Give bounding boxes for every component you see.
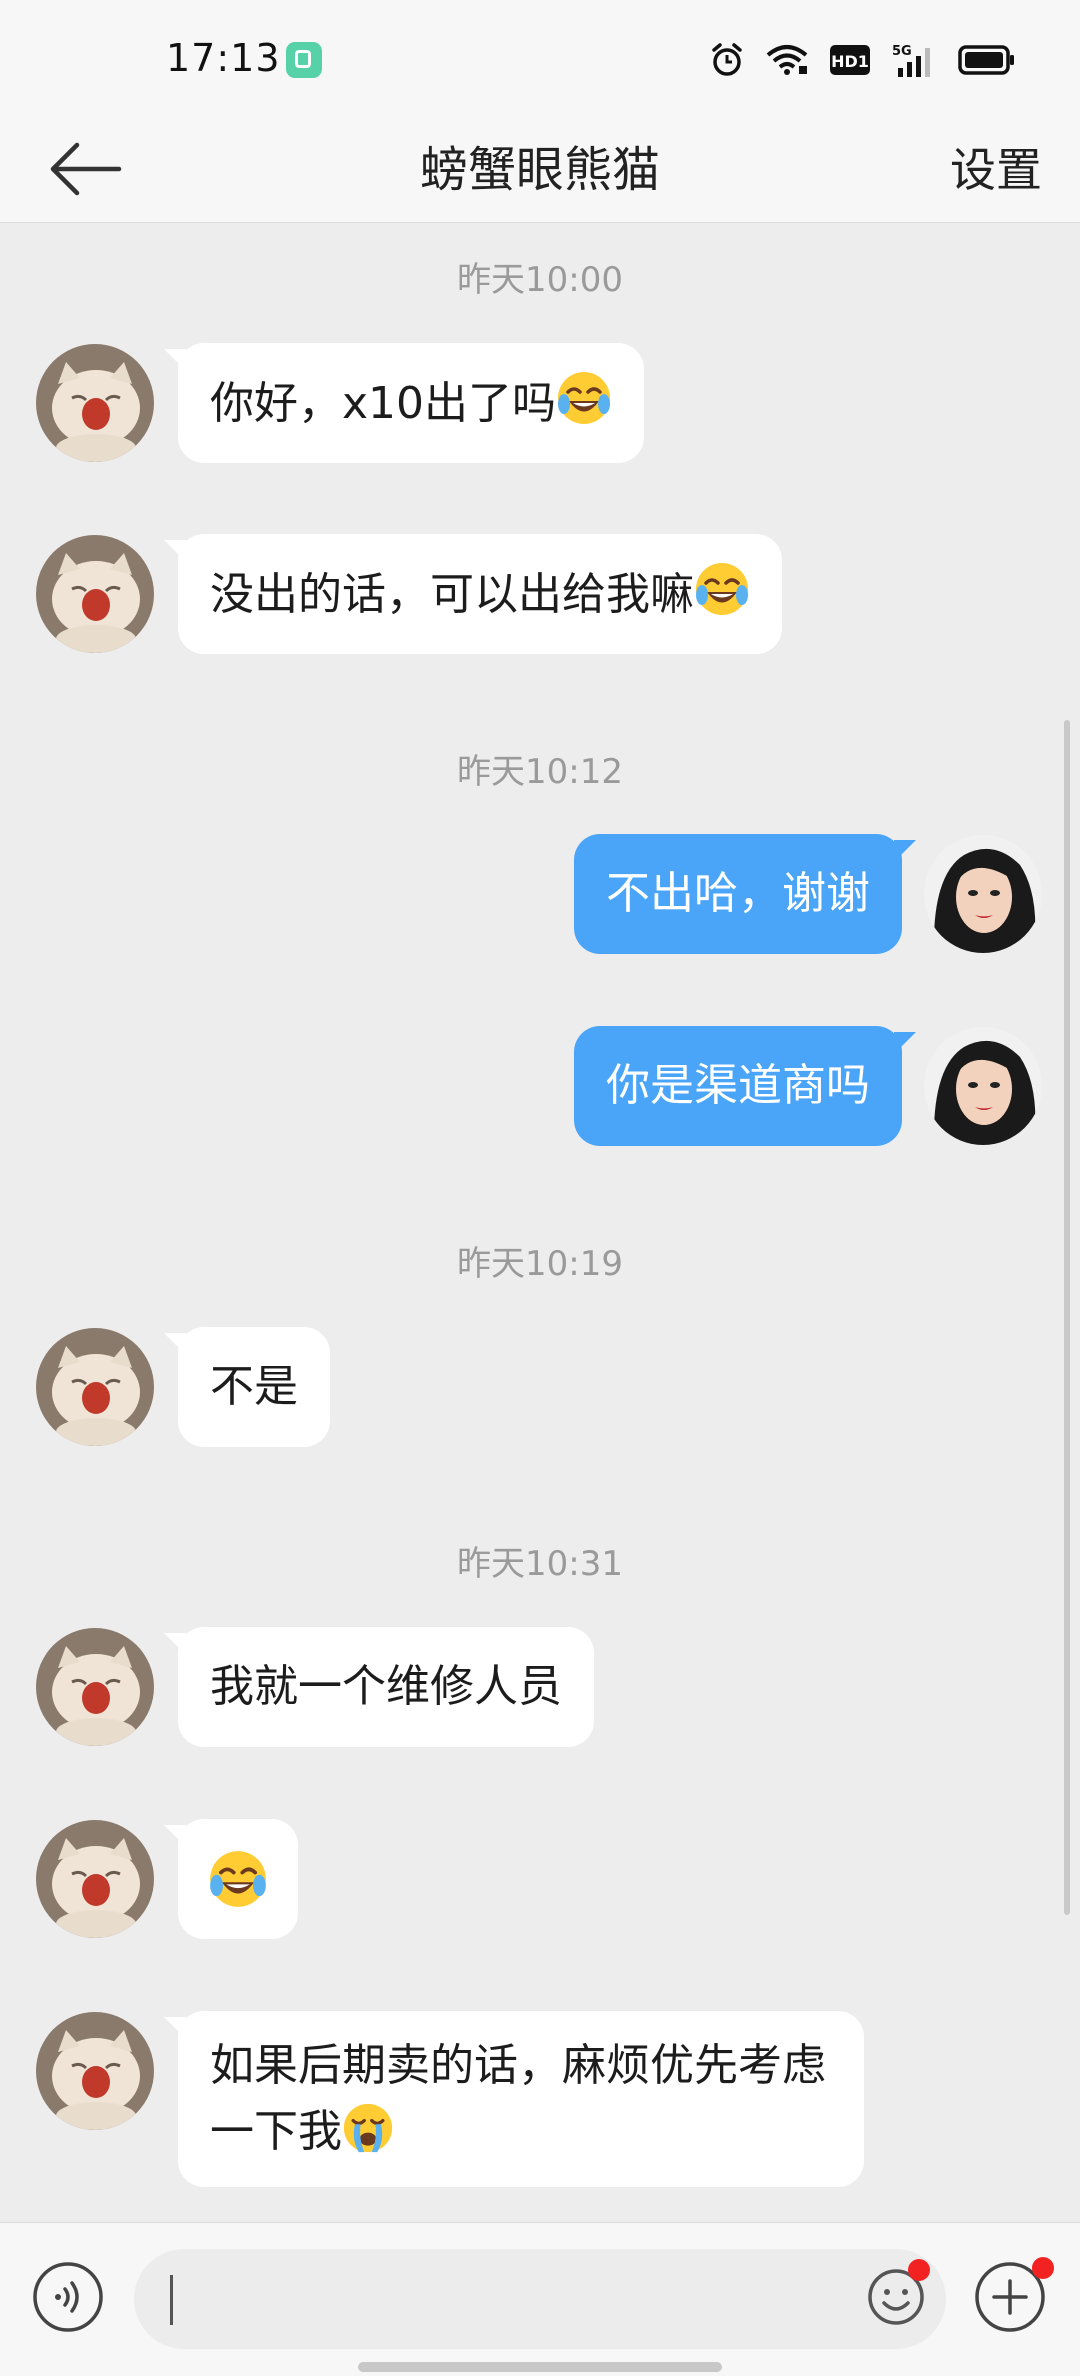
cat-avatar-image: [36, 535, 154, 653]
emoji-button[interactable]: [866, 2259, 930, 2327]
input-bar: [0, 2222, 1080, 2376]
text-cursor: [170, 2275, 173, 2325]
wifi-icon: [766, 45, 808, 75]
message-timestamp: 昨天10:12: [457, 752, 623, 792]
cat-avatar-image: [36, 344, 154, 462]
incoming-message[interactable]: 我就一个维修人员: [164, 1627, 594, 1747]
message-text: 你是渠道商吗: [606, 1060, 870, 1111]
navigation-bar: 螃蟹眼熊猫 设置: [0, 120, 1080, 223]
home-indicator[interactable]: [358, 2362, 722, 2372]
scrollbar[interactable]: [1064, 720, 1070, 1915]
contact-avatar[interactable]: [36, 1328, 154, 1446]
more-options-button[interactable]: [974, 2257, 1054, 2333]
network-label: 5G: [892, 44, 912, 59]
contact-avatar[interactable]: [36, 1820, 154, 1938]
back-button[interactable]: [40, 124, 130, 214]
status-bar: 17:13 HD1 5G: [0, 0, 1080, 120]
crying-emoji-icon: [342, 2102, 394, 2173]
battery-icon: [958, 45, 1014, 75]
user-avatar[interactable]: [924, 835, 1042, 953]
signal-icon: 5G: [892, 44, 930, 77]
alarm-icon: [712, 43, 742, 76]
incoming-message[interactable]: 如果后期卖的话，麻烦优先考虑一下我: [164, 2011, 864, 2187]
message-text: 如果后期卖的话，麻烦优先考虑一下我: [210, 2040, 826, 2157]
message-text: 不是: [210, 1361, 298, 1412]
incoming-message[interactable]: 不是: [164, 1327, 330, 1447]
message-text: 你好，x10出了吗: [210, 378, 557, 429]
hd-label: HD1: [831, 52, 869, 71]
contact-avatar[interactable]: [36, 2012, 154, 2130]
voice-button[interactable]: [32, 2261, 104, 2333]
incoming-message[interactable]: [164, 1819, 298, 1939]
message-timestamp: 昨天10:00: [457, 260, 623, 300]
chat-screen: 17:13 HD1 5G 螃蟹眼熊猫 设置 昨天10:00 你好，x10出了吗 …: [0, 0, 1080, 2376]
message-text: 我就一个维修人员: [210, 1661, 562, 1712]
app-notification-icon: [286, 42, 322, 78]
contact-avatar[interactable]: [36, 344, 154, 462]
cat-avatar-image: [36, 1328, 154, 1446]
laughing-emoji-icon: [556, 370, 612, 445]
status-icons: HD1 5G: [710, 40, 1016, 80]
settings-button[interactable]: 设置: [950, 120, 1042, 220]
cat-avatar-image: [36, 2012, 154, 2130]
notification-badge: [908, 2259, 930, 2281]
contact-avatar[interactable]: [36, 1628, 154, 1746]
user-avatar[interactable]: [924, 1027, 1042, 1145]
message-timestamp: 昨天10:19: [457, 1244, 623, 1284]
notification-badge: [1032, 2257, 1054, 2279]
incoming-message[interactable]: 没出的话，可以出给我嘛: [164, 534, 782, 654]
cat-avatar-image: [36, 1628, 154, 1746]
incoming-message[interactable]: 你好，x10出了吗: [163, 343, 645, 463]
outgoing-message[interactable]: 你是渠道商吗: [574, 1026, 916, 1146]
hd-icon: HD1: [830, 45, 870, 75]
portrait-avatar-image: [924, 1027, 1042, 1145]
contact-avatar[interactable]: [36, 535, 154, 653]
message-input[interactable]: [134, 2249, 946, 2349]
page-title: 螃蟹眼熊猫: [419, 142, 660, 198]
laughing-emoji-icon: [208, 1849, 268, 1928]
cat-avatar-image: [36, 1820, 154, 1938]
outgoing-message[interactable]: 不出哈，谢谢: [574, 834, 916, 954]
laughing-emoji-icon: [694, 561, 750, 636]
message-list[interactable]: 昨天10:00 你好，x10出了吗 没出的话，可以出给我嘛 昨天10:12 不出…: [0, 222, 1080, 2222]
status-time: 17:13: [166, 36, 281, 80]
message-timestamp: 昨天10:31: [457, 1544, 623, 1584]
portrait-avatar-image: [924, 835, 1042, 953]
arrow-left-icon: [50, 142, 122, 196]
message-text: 没出的话，可以出给我嘛: [210, 569, 694, 620]
voice-icon: [33, 2262, 103, 2332]
message-text: 不出哈，谢谢: [606, 868, 870, 919]
